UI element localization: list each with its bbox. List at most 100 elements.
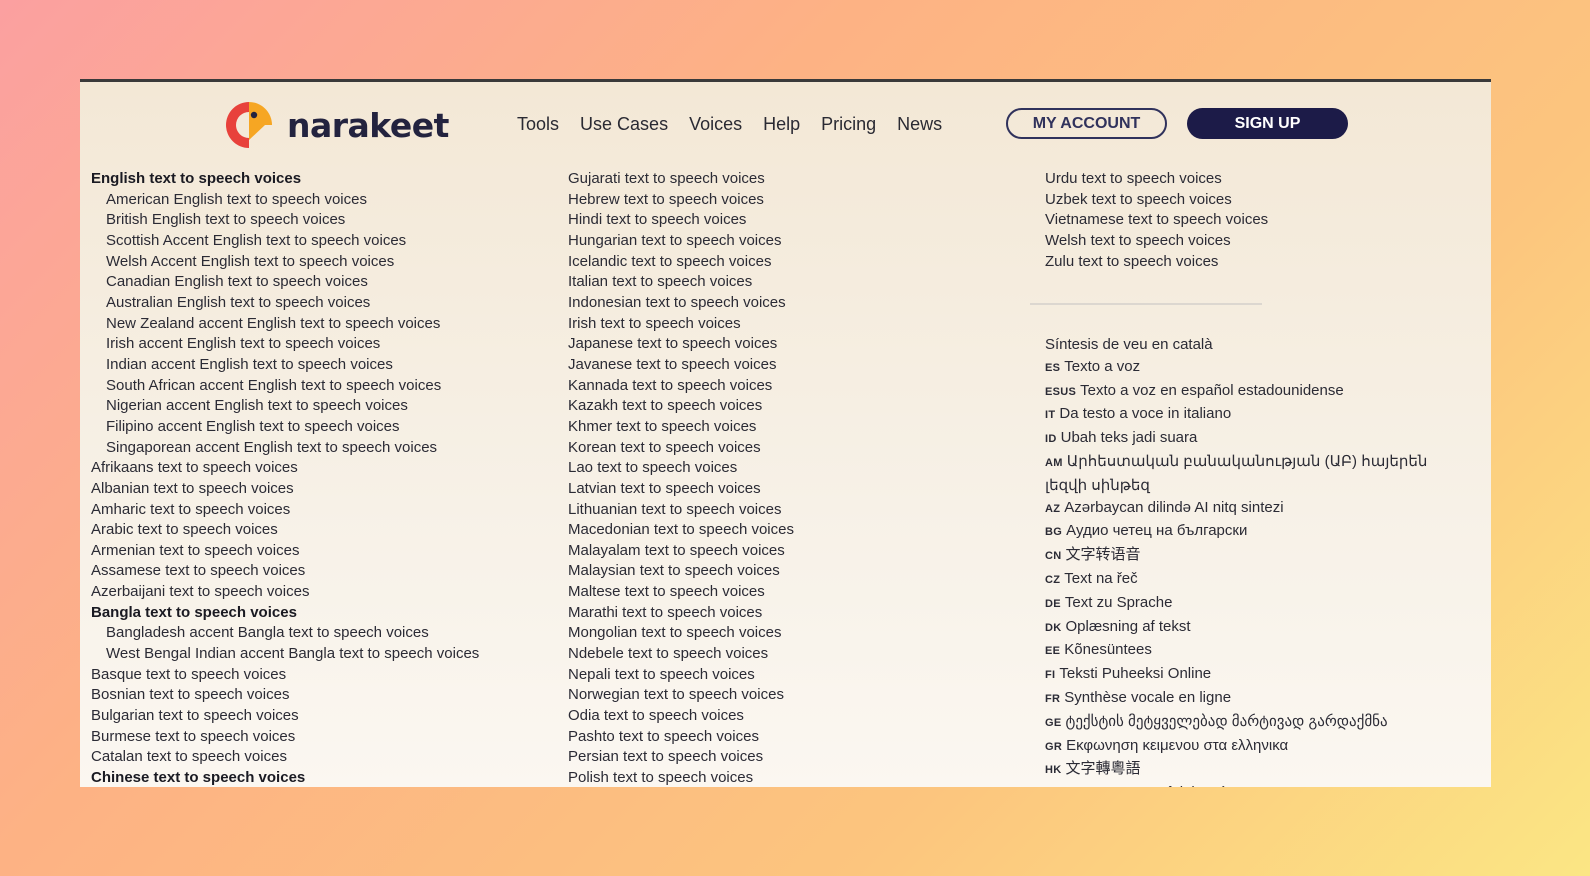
voice-link[interactable]: Welsh Accent English text to speech voic…: [91, 252, 479, 273]
voice-link[interactable]: Basque text to speech voices: [91, 665, 479, 686]
voice-link[interactable]: Nepali text to speech voices: [568, 665, 794, 686]
voice-link[interactable]: Irish text to speech voices: [568, 314, 794, 335]
voice-link[interactable]: Armenian text to speech voices: [91, 541, 479, 562]
voice-link[interactable]: Singaporean accent English text to speec…: [91, 438, 479, 459]
logo[interactable]: narakeet: [225, 97, 449, 153]
voice-link[interactable]: Hindi text to speech voices: [568, 210, 794, 231]
voice-link[interactable]: Indian accent English text to speech voi…: [91, 355, 479, 376]
voice-link[interactable]: Azerbaijani text to speech voices: [91, 582, 479, 603]
language-label: Síntesis de veu en català: [1045, 336, 1213, 353]
native-language-link[interactable]: ID Ubah teks jadi suara: [1045, 427, 1465, 451]
voice-link[interactable]: Lithuanian text to speech voices: [568, 500, 794, 521]
voice-link[interactable]: Khmer text to speech voices: [568, 417, 794, 438]
voice-link[interactable]: Vietnamese text to speech voices: [1045, 210, 1268, 231]
nav-tools[interactable]: Tools: [517, 112, 559, 136]
native-language-link[interactable]: HK 文字轉粵語: [1045, 758, 1465, 782]
voice-link[interactable]: Albanian text to speech voices: [91, 479, 479, 500]
voice-link[interactable]: Bangladesh accent Bangla text to speech …: [91, 623, 479, 644]
voice-link[interactable]: Icelandic text to speech voices: [568, 252, 794, 273]
voice-link[interactable]: Polish text to speech voices: [568, 768, 794, 787]
voice-link[interactable]: Gujarati text to speech voices: [568, 169, 794, 190]
native-language-link[interactable]: DE Text zu Sprache: [1045, 592, 1465, 616]
language-code: GR: [1045, 740, 1063, 753]
voice-link[interactable]: Arabic text to speech voices: [91, 520, 479, 541]
language-code: ID: [1045, 433, 1057, 446]
native-language-link[interactable]: Síntesis de veu en català: [1045, 334, 1465, 356]
native-language-link[interactable]: ES Texto a voz: [1045, 356, 1465, 380]
voice-link[interactable]: Australian English text to speech voices: [91, 293, 479, 314]
voice-link[interactable]: American English text to speech voices: [91, 190, 479, 211]
voice-link[interactable]: Uzbek text to speech voices: [1045, 190, 1268, 211]
voice-link[interactable]: Urdu text to speech voices: [1045, 169, 1268, 190]
voice-link[interactable]: Chinese text to speech voices: [91, 768, 479, 787]
native-language-link[interactable]: GR Εκφωνηση κειμενου στα ελληνικα: [1045, 735, 1465, 759]
voice-link[interactable]: Mongolian text to speech voices: [568, 623, 794, 644]
voice-link[interactable]: Scottish Accent English text to speech v…: [91, 231, 479, 252]
native-language-link[interactable]: ESUS Texto a voz en español estadounidens…: [1045, 380, 1465, 404]
voice-link[interactable]: Hungarian text to speech voices: [568, 231, 794, 252]
sign-up-button[interactable]: SIGN UP: [1187, 108, 1348, 139]
voice-link[interactable]: Burmese text to speech voices: [91, 727, 479, 748]
nav-help[interactable]: Help: [763, 112, 800, 136]
native-language-link[interactable]: AM Արհեստական բանականության (ԱԲ) հայերեն …: [1045, 451, 1465, 497]
native-language-link[interactable]: CN 文字转语音: [1045, 544, 1465, 568]
voice-link[interactable]: Marathi text to speech voices: [568, 603, 794, 624]
voice-link[interactable]: Maltese text to speech voices: [568, 582, 794, 603]
language-label: 文字转语音: [1065, 546, 1141, 564]
native-language-link[interactable]: GE ტექსტის მეტყველებად მარტივად გარდაქმნა: [1045, 711, 1465, 735]
voice-link[interactable]: Lao text to speech voices: [568, 458, 794, 479]
voice-link[interactable]: Bangla text to speech voices: [91, 603, 479, 624]
voice-link[interactable]: Kazakh text to speech voices: [568, 396, 794, 417]
voice-link[interactable]: Norwegian text to speech voices: [568, 685, 794, 706]
native-language-link[interactable]: BG Аудио четец на български: [1045, 520, 1465, 544]
voice-link[interactable]: Zulu text to speech voices: [1045, 252, 1268, 273]
native-language-link[interactable]: IT Da testo a voce in italiano: [1045, 403, 1465, 427]
native-language-link[interactable]: AZ Azərbaycan dilində AI nitq sintezi: [1045, 497, 1465, 521]
nav-use-cases[interactable]: Use Cases: [580, 112, 668, 136]
voice-link[interactable]: Pashto text to speech voices: [568, 727, 794, 748]
native-language-link[interactable]: FR Synthèse vocale en ligne: [1045, 687, 1465, 711]
voice-link[interactable]: Indonesian text to speech voices: [568, 293, 794, 314]
voice-link[interactable]: Odia text to speech voices: [568, 706, 794, 727]
native-language-link[interactable]: HUMagyar szövegfelolvasó: [1045, 782, 1465, 787]
my-account-button[interactable]: MY ACCOUNT: [1006, 108, 1167, 139]
voice-link[interactable]: Ndebele text to speech voices: [568, 644, 794, 665]
voice-link[interactable]: Nigerian accent English text to speech v…: [91, 396, 479, 417]
voice-link[interactable]: Afrikaans text to speech voices: [91, 458, 479, 479]
voice-link[interactable]: South African accent English text to spe…: [91, 376, 479, 397]
nav-voices[interactable]: Voices: [689, 112, 742, 136]
voice-link[interactable]: British English text to speech voices: [91, 210, 479, 231]
voice-link[interactable]: English text to speech voices: [91, 169, 479, 190]
voice-link[interactable]: Kannada text to speech voices: [568, 376, 794, 397]
voice-link[interactable]: Canadian English text to speech voices: [91, 272, 479, 293]
voice-link[interactable]: Bosnian text to speech voices: [91, 685, 479, 706]
voice-link[interactable]: Japanese text to speech voices: [568, 334, 794, 355]
language-label: Ubah teks jadi suara: [1060, 429, 1198, 447]
voice-link[interactable]: Latvian text to speech voices: [568, 479, 794, 500]
voice-link[interactable]: Irish accent English text to speech voic…: [91, 334, 479, 355]
browser-window: narakeet Tools Use Cases Voices Help Pri…: [80, 79, 1491, 787]
voice-link[interactable]: Filipino accent English text to speech v…: [91, 417, 479, 438]
voice-link[interactable]: Persian text to speech voices: [568, 747, 794, 768]
voice-link[interactable]: New Zealand accent English text to speec…: [91, 314, 479, 335]
voices-column-2: Gujarati text to speech voices Hebrew tex…: [568, 169, 794, 787]
voice-link[interactable]: Korean text to speech voices: [568, 438, 794, 459]
voice-link[interactable]: West Bengal Indian accent Bangla text to…: [91, 644, 479, 665]
voice-link[interactable]: Assamese text to speech voices: [91, 561, 479, 582]
voice-link[interactable]: Catalan text to speech voices: [91, 747, 479, 768]
voice-link[interactable]: Welsh text to speech voices: [1045, 231, 1268, 252]
native-language-link[interactable]: EE Kõnesüntees: [1045, 639, 1465, 663]
voice-link[interactable]: Amharic text to speech voices: [91, 500, 479, 521]
native-language-link[interactable]: CZ Text na řeč: [1045, 568, 1465, 592]
voice-link[interactable]: Hebrew text to speech voices: [568, 190, 794, 211]
voice-link[interactable]: Malaysian text to speech voices: [568, 561, 794, 582]
native-language-link[interactable]: FI Teksti Puheeksi Online: [1045, 663, 1465, 687]
native-language-link[interactable]: DK Oplæsning af tekst: [1045, 616, 1465, 640]
voice-link[interactable]: Javanese text to speech voices: [568, 355, 794, 376]
voice-link[interactable]: Bulgarian text to speech voices: [91, 706, 479, 727]
voice-link[interactable]: Malayalam text to speech voices: [568, 541, 794, 562]
voice-link[interactable]: Italian text to speech voices: [568, 272, 794, 293]
voice-link[interactable]: Macedonian text to speech voices: [568, 520, 794, 541]
nav-pricing[interactable]: Pricing: [821, 112, 876, 136]
nav-news[interactable]: News: [897, 112, 942, 136]
